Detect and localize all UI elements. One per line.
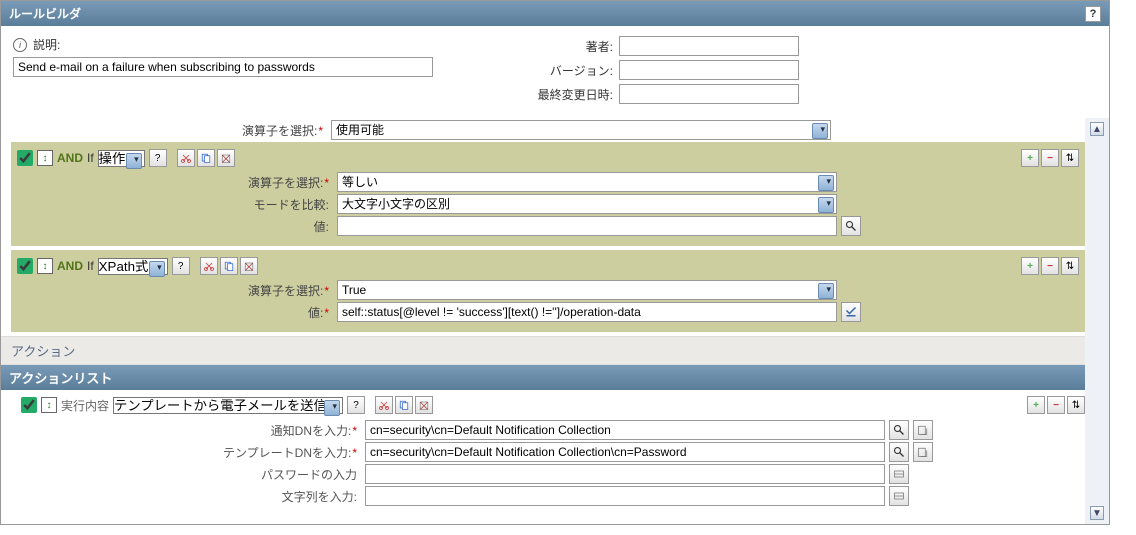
action-help-icon[interactable]: ?	[347, 396, 365, 414]
cond1-value-label: 値:	[17, 218, 333, 235]
version-label: バージョン:	[533, 62, 613, 79]
action-password-editor-icon[interactable]	[889, 464, 909, 484]
action-dn-history-icon[interactable]	[913, 420, 933, 440]
cond2-if: If	[87, 259, 94, 273]
action-paste-icon[interactable]	[415, 396, 433, 414]
cond2-type-select[interactable]: XPath式	[98, 258, 168, 275]
cond1-operator-select[interactable]: 等しい	[337, 172, 837, 192]
action-dn-input[interactable]	[365, 420, 885, 440]
cond2-value-label: 値:*	[17, 304, 333, 321]
description-input[interactable]	[13, 57, 433, 77]
cond2-value-editor-icon[interactable]	[841, 302, 861, 322]
cond2-bool: AND	[57, 259, 83, 273]
cond1-value-input[interactable]	[337, 216, 837, 236]
cond2-copy-icon[interactable]	[220, 257, 238, 275]
scrollbar[interactable]: ▲ ▼	[1085, 118, 1109, 524]
top-operator-label: 演算子を選択:*	[11, 122, 327, 139]
author-label: 著者:	[533, 38, 613, 55]
cond1-value-browse-icon[interactable]	[841, 216, 861, 236]
action-checkbox[interactable]	[21, 397, 37, 413]
info-icon: i	[13, 38, 27, 52]
cond1-bool: AND	[57, 151, 83, 165]
version-input[interactable]	[619, 60, 799, 80]
cond2-help-icon[interactable]: ?	[172, 257, 190, 275]
action-remove-icon[interactable]: −	[1047, 396, 1065, 414]
action-list-header: アクションリスト	[1, 365, 1085, 390]
action-dn-browse-icon[interactable]	[889, 420, 909, 440]
action-execute-select[interactable]: テンプレートから電子メールを送信	[113, 397, 343, 414]
action-expand-icon[interactable]: ↕	[41, 397, 57, 413]
action-password-label: パスワードの入力	[21, 466, 361, 483]
action-copy-icon[interactable]	[395, 396, 413, 414]
action-string-input[interactable]	[365, 486, 885, 506]
action-execute-label: 実行内容	[61, 397, 109, 414]
cond2-operator-select[interactable]: True	[337, 280, 837, 300]
modified-label: 最終変更日時:	[533, 86, 613, 103]
cond1-expand-icon[interactable]: ↕	[37, 150, 53, 166]
action-string-editor-icon[interactable]	[889, 486, 909, 506]
cond1-help-icon[interactable]: ?	[149, 149, 167, 167]
cond2-add-icon[interactable]: +	[1021, 257, 1039, 275]
cond1-copy-icon[interactable]	[197, 149, 215, 167]
description-label: 説明:	[33, 36, 60, 53]
top-operator-select[interactable]: 使用可能	[331, 120, 831, 140]
cond1-cut-icon[interactable]	[177, 149, 195, 167]
action-template-dn-label: テンプレートDNを入力:*	[21, 444, 361, 461]
cond1-paste-icon[interactable]	[217, 149, 235, 167]
action-order-icon[interactable]: ⇅	[1067, 396, 1085, 414]
cond1-operator-label: 演算子を選択:*	[17, 174, 333, 191]
cond2-checkbox[interactable]	[17, 258, 33, 274]
cond2-value-input[interactable]	[337, 302, 837, 322]
condition-2: ↕ AND If XPath式 ? + − ⇅	[11, 250, 1085, 332]
action-template-history-icon[interactable]	[913, 442, 933, 462]
cond2-paste-icon[interactable]	[240, 257, 258, 275]
cond1-mode-select[interactable]: 大文字小文字の区別	[337, 194, 837, 214]
action-add-icon[interactable]: +	[1027, 396, 1045, 414]
cond2-remove-icon[interactable]: −	[1041, 257, 1059, 275]
action-template-dn-input[interactable]	[365, 442, 885, 462]
meta-panel: i 説明: 著者: バージョン: 最終変更日時:	[1, 26, 1109, 118]
action-string-label: 文字列を入力:	[21, 488, 361, 505]
action-section-label: アクション	[1, 336, 1085, 365]
cond2-order-icon[interactable]: ⇅	[1061, 257, 1079, 275]
condition-1: ↕ AND If 操作 ? + − ⇅	[11, 142, 1085, 246]
cond1-add-icon[interactable]: +	[1021, 149, 1039, 167]
cond1-checkbox[interactable]	[17, 150, 33, 166]
action-cut-icon[interactable]	[375, 396, 393, 414]
cond1-type-select[interactable]: 操作	[98, 150, 145, 167]
cond1-order-icon[interactable]: ⇅	[1061, 149, 1079, 167]
cond2-operator-label: 演算子を選択:*	[17, 282, 333, 299]
action-template-browse-icon[interactable]	[889, 442, 909, 462]
help-button[interactable]: ?	[1085, 6, 1101, 22]
cond1-if: If	[87, 151, 94, 165]
scroll-up-icon[interactable]: ▲	[1090, 122, 1104, 136]
cond2-cut-icon[interactable]	[200, 257, 218, 275]
scroll-down-icon[interactable]: ▼	[1090, 506, 1104, 520]
cond1-remove-icon[interactable]: −	[1041, 149, 1059, 167]
action-password-input[interactable]	[365, 464, 885, 484]
window-title: ルールビルダ	[9, 5, 81, 22]
action-dn-label: 通知DNを入力:*	[21, 422, 361, 439]
modified-input[interactable]	[619, 84, 799, 104]
author-input[interactable]	[619, 36, 799, 56]
titlebar: ルールビルダ ?	[1, 1, 1109, 26]
cond1-mode-label: モードを比較:	[17, 196, 333, 213]
cond2-expand-icon[interactable]: ↕	[37, 258, 53, 274]
